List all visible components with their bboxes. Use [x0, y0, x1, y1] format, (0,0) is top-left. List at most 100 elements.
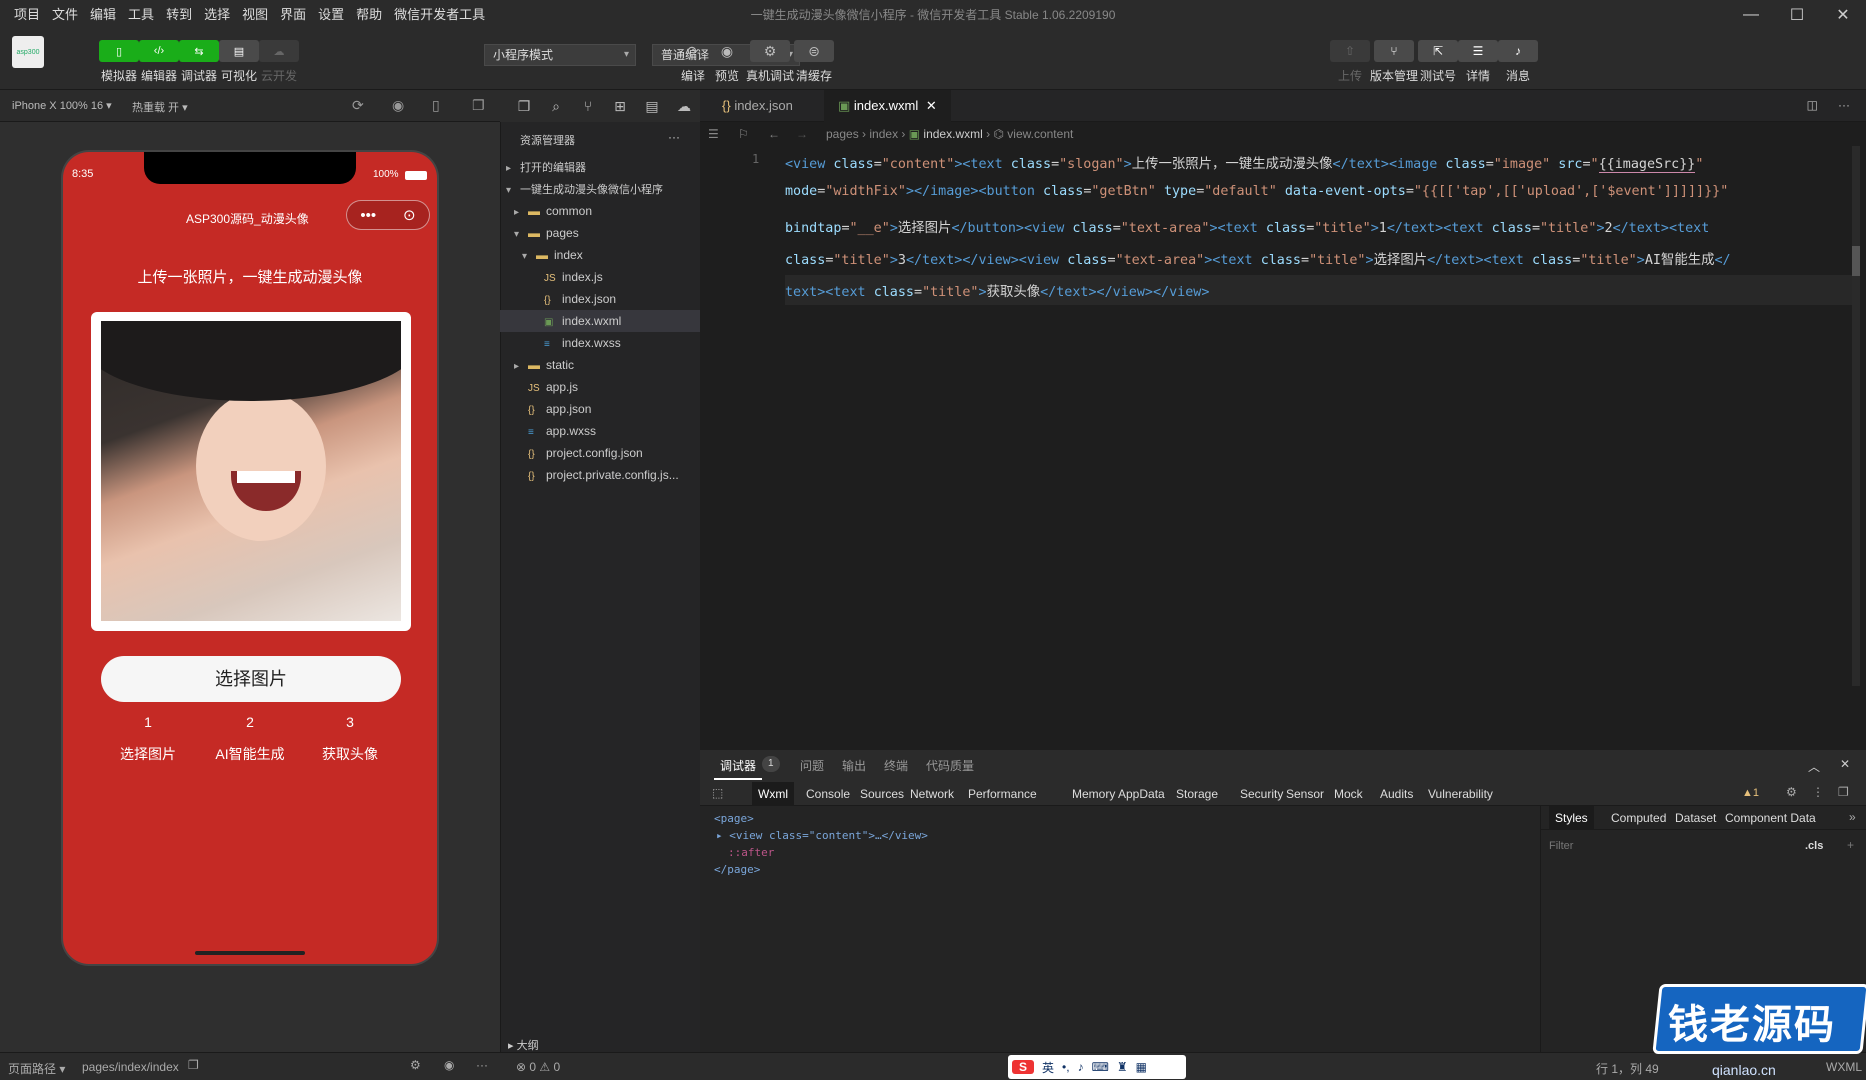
warning-badge[interactable]: ▲1	[1742, 787, 1759, 799]
ime-lang[interactable]: 英	[1042, 1059, 1054, 1076]
editor-scrollbar[interactable]	[1852, 146, 1860, 686]
tab-code-quality[interactable]: 代码质量	[920, 754, 980, 778]
devtools-close-icon[interactable]: ✕	[1840, 757, 1850, 771]
toolbar-bug-button[interactable]: ⚙ 真机调试	[746, 40, 794, 84]
crumb-node[interactable]: view.content	[1007, 127, 1073, 141]
record-icon[interactable]: ◉	[392, 97, 404, 114]
toolbar-upload-button[interactable]: ⇧ 上传	[1327, 40, 1373, 84]
code-line-1[interactable]: <view class="content"><text class="sloga…	[785, 152, 1703, 173]
tree-item[interactable]: ▾ 一键生成动漫头像微信小程序	[500, 178, 700, 200]
tree-item[interactable]: ▣ index.wxml	[500, 310, 700, 332]
maximize-icon[interactable]: ☐	[1774, 0, 1820, 30]
more-icon[interactable]: ···	[476, 1058, 488, 1072]
close-circle-icon[interactable]: ⊙	[403, 206, 416, 224]
devtools-tab-mock[interactable]: Mock	[1328, 782, 1369, 806]
settings-icon[interactable]: ⚙	[1786, 785, 1797, 799]
collapse-icon[interactable]: ︿	[1808, 758, 1820, 775]
cls-toggle[interactable]: .cls	[1805, 840, 1823, 852]
tree-item[interactable]: {} project.private.config.js...	[500, 464, 700, 486]
menu-item-0[interactable]: 项目	[8, 0, 46, 30]
menu-item-8[interactable]: 设置	[312, 0, 350, 30]
devtools-tab-appdata[interactable]: AppData	[1112, 782, 1171, 806]
tree-item[interactable]: ▸ ▬ common	[500, 200, 700, 222]
code-line-2[interactable]: mode="widthFix"></image><button class="g…	[785, 184, 1728, 199]
git-icon[interactable]: ⑂	[572, 98, 604, 114]
debug-icon[interactable]: ⚙	[410, 1058, 421, 1072]
skin-icon[interactable]: ♜	[1117, 1060, 1128, 1074]
inspect-icon[interactable]: ⬚	[712, 786, 723, 800]
tree-item[interactable]: ≡ app.wxss	[500, 420, 700, 442]
tree-item[interactable]: ▾ ▬ pages	[500, 222, 700, 244]
menu-item-6[interactable]: 视图	[236, 0, 274, 30]
kebab-icon[interactable]: ⋮	[1812, 785, 1824, 799]
toolbar-branch-button[interactable]: ⑂ 版本管理	[1370, 40, 1418, 84]
hot-reload-toggle[interactable]: 热重载 开 ▾	[132, 99, 188, 115]
tree-after[interactable]: ::after	[714, 844, 928, 861]
side-tab-computed[interactable]: Computed	[1605, 806, 1672, 830]
copy-icon[interactable]: ❐	[188, 1058, 199, 1072]
dock-icon[interactable]: ❐	[1838, 785, 1849, 799]
forward-icon[interactable]: →	[796, 122, 808, 146]
more-tabs-icon[interactable]: »	[1849, 810, 1856, 824]
keyboard-icon[interactable]: ⌨	[1092, 1060, 1109, 1074]
back-icon[interactable]: ←	[768, 122, 780, 146]
more-dots-icon[interactable]: •••	[360, 207, 376, 224]
toolbar-bell-button[interactable]: ♪ 消息	[1495, 40, 1541, 84]
split-editor-icon[interactable]: ◫	[1807, 98, 1818, 112]
tree-item[interactable]: ▾ ▬ index	[500, 244, 700, 266]
tab-index-wxml[interactable]: ▣ index.wxml ✕	[824, 90, 951, 122]
tab-terminal[interactable]: 终端	[878, 754, 914, 778]
tree-item[interactable]: ▸ 打开的编辑器	[500, 156, 700, 178]
punct-icon[interactable]: •,	[1062, 1060, 1070, 1074]
tree-item[interactable]: JS app.js	[500, 376, 700, 398]
mic-icon[interactable]: ♪	[1078, 1060, 1084, 1074]
tree-item[interactable]: ≡ index.wxss	[500, 332, 700, 354]
devtools-tab-performance[interactable]: Performance	[962, 782, 1043, 806]
code-line-3[interactable]: bindtap="__e">选择图片</button><view class="…	[785, 216, 1709, 236]
explorer-more-icon[interactable]: ···	[668, 130, 680, 144]
tab-debugger[interactable]: 调试器	[714, 754, 763, 780]
device-icon[interactable]: ▯	[432, 97, 440, 114]
bookmark-icon[interactable]: ⚐	[738, 122, 749, 146]
menu-item-5[interactable]: 选择	[198, 0, 236, 30]
minimize-icon[interactable]: —	[1728, 0, 1774, 30]
mode-select[interactable]: 小程序模式	[484, 44, 636, 66]
side-tab-dataset[interactable]: Dataset	[1669, 806, 1722, 830]
problems-indicator[interactable]: ⊗ 0 ⚠ 0	[516, 1060, 560, 1074]
crumb-file[interactable]: index.wxml	[923, 127, 982, 141]
side-tab-component-data[interactable]: Component Data	[1719, 806, 1822, 830]
tree-page-open[interactable]: <page>	[714, 810, 928, 827]
devtools-tab-sensor[interactable]: Sensor	[1280, 782, 1330, 806]
devtools-tab-vulnerability[interactable]: Vulnerability	[1422, 782, 1499, 806]
grid-icon[interactable]: ▦	[1136, 1060, 1147, 1074]
tab-close-icon[interactable]: ✕	[926, 98, 937, 113]
devtools-tab-network[interactable]: Network	[904, 782, 960, 806]
tree-item[interactable]: {} app.json	[500, 398, 700, 420]
tab-output[interactable]: 输出	[836, 754, 872, 778]
code-line-4[interactable]: class="title">3</text></view><view class…	[785, 248, 1731, 268]
filter-input[interactable]: Filter	[1549, 840, 1573, 852]
outline-section[interactable]: ▸ 大纲	[508, 1037, 539, 1053]
devtools-tab-wxml[interactable]: Wxml	[752, 782, 794, 806]
side-tab-styles[interactable]: Styles	[1549, 806, 1594, 830]
files-icon[interactable]: ❐	[508, 98, 540, 115]
device-select[interactable]: iPhone X 100% 16 ▾	[12, 99, 112, 112]
page-path-select[interactable]: 页面路径 ▾	[8, 1060, 65, 1077]
select-image-button[interactable]: 选择图片	[101, 656, 401, 702]
menu-item-2[interactable]: 编辑	[84, 0, 122, 30]
tree-item[interactable]: {} project.config.json	[500, 442, 700, 464]
toolbar-cloud-button[interactable]: ☁ 云开发	[256, 40, 302, 84]
devtools-tab-sources[interactable]: Sources	[854, 782, 910, 806]
menu-item-4[interactable]: 转到	[160, 0, 198, 30]
menu-item-9[interactable]: 帮助	[350, 0, 388, 30]
tab-issues[interactable]: 问题	[794, 754, 830, 778]
tab-index-json[interactable]: {} index.json	[708, 90, 807, 122]
preview-icon[interactable]: ◉	[444, 1058, 454, 1072]
list-icon[interactable]: ☰	[708, 122, 719, 146]
devtools-tab-console[interactable]: Console	[800, 782, 856, 806]
tree-item[interactable]: {} index.json	[500, 288, 700, 310]
tree-item[interactable]: JS index.js	[500, 266, 700, 288]
toolbar-layers-button[interactable]: ⊜ 清缓存	[791, 40, 837, 84]
menu-item-1[interactable]: 文件	[46, 0, 84, 30]
crumb-pages[interactable]: pages	[826, 127, 859, 141]
